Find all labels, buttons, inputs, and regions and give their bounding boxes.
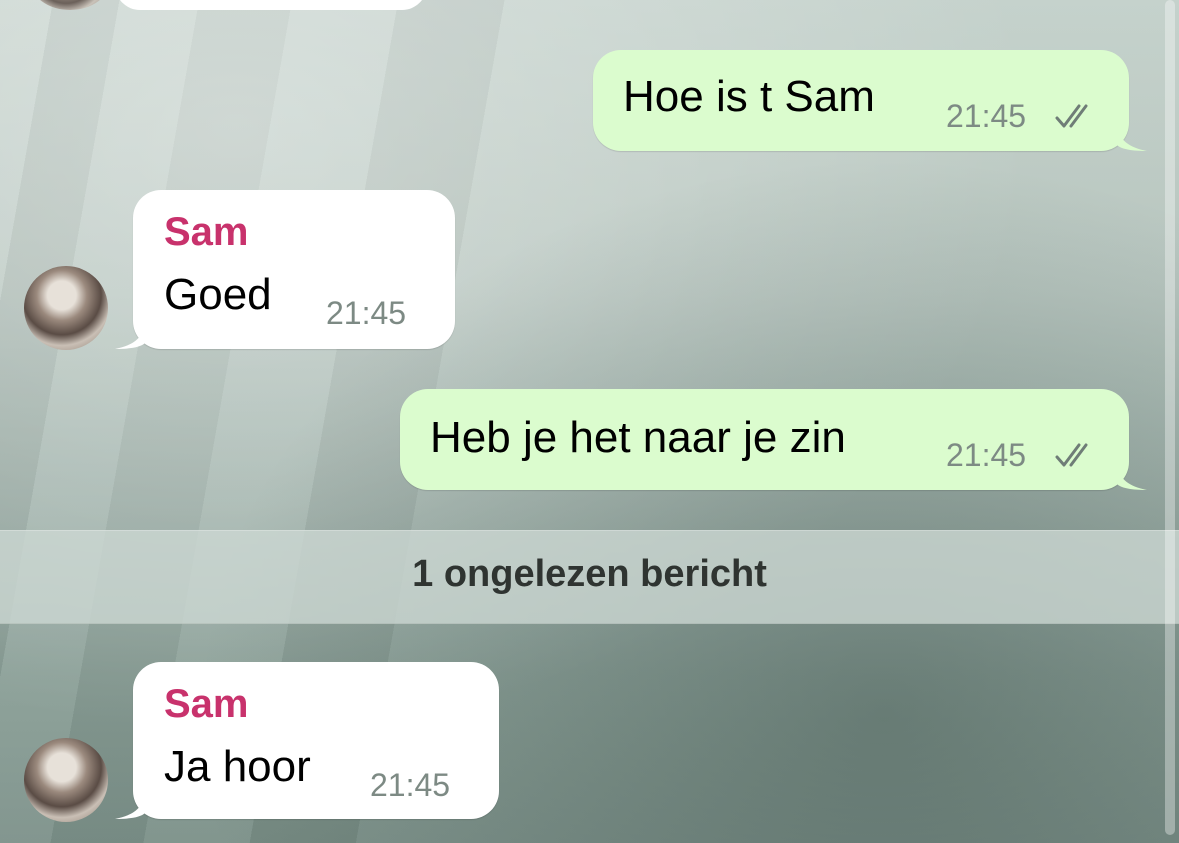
sender-name: Sam <box>164 210 249 254</box>
unread-messages-label: 1 ongelezen bericht <box>412 553 767 595</box>
bubble-tail <box>115 793 145 819</box>
double-check-icon <box>1055 104 1088 128</box>
message-text: Hoe is t Sam <box>623 72 875 121</box>
message-bubble-outgoing[interactable]: Hoe is t Sam 21:45 <box>593 50 1147 151</box>
sender-name: Sam <box>164 682 249 726</box>
message-time: 21:45 <box>946 98 1027 134</box>
contact-avatar[interactable] <box>24 266 108 350</box>
message-time: 21:45 <box>946 437 1027 473</box>
message-bubble-incoming[interactable]: Sam Goed 21:45 <box>115 190 455 349</box>
chat-view: Hoe is t Sam 21:45 Sam Goed 21:45 Heb je… <box>0 0 1179 843</box>
message-bubble-incoming[interactable]: Sam Ja hoor 21:45 <box>115 662 499 819</box>
contact-avatar[interactable] <box>24 738 108 822</box>
message-bubble-partial[interactable] <box>115 0 427 10</box>
bubble-tail <box>1117 464 1147 490</box>
double-check-icon <box>1055 443 1088 467</box>
message-text: Ja hoor <box>164 742 311 791</box>
message-time: 21:45 <box>370 767 451 803</box>
message-text: Heb je het naar je zin <box>430 413 846 462</box>
bubble-tail <box>1117 125 1147 151</box>
bubble-tail <box>115 323 145 349</box>
scrollbar[interactable] <box>1165 0 1175 835</box>
unread-messages-divider: 1 ongelezen bericht <box>0 530 1179 624</box>
message-time: 21:45 <box>326 295 407 331</box>
contact-avatar[interactable] <box>30 0 110 10</box>
message-bubble-outgoing[interactable]: Heb je het naar je zin 21:45 <box>400 389 1147 490</box>
message-text: Goed <box>164 270 272 319</box>
